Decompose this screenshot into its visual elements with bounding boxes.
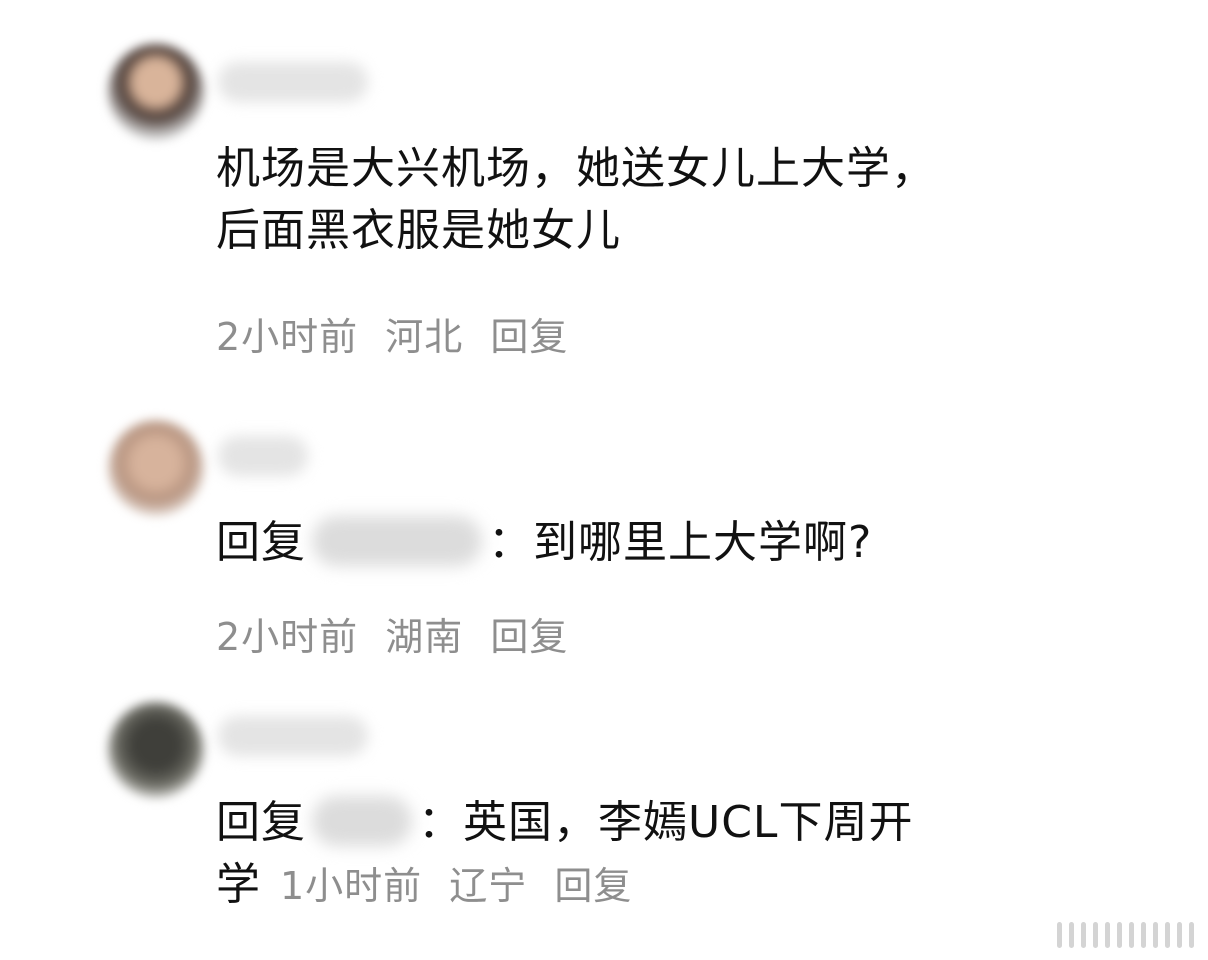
timestamp: 2小时前: [216, 615, 359, 659]
comment-text-line: ：英国，李嫣UCL下周开: [418, 797, 914, 848]
watermark-mark: [1093, 922, 1098, 948]
comment-meta: 2小时前 湖南 回复: [216, 606, 582, 661]
watermark-mark: [1117, 922, 1122, 948]
mentioned-user[interactable]: [312, 516, 482, 566]
watermark-mark: [1069, 922, 1074, 948]
watermark-mark: [1153, 922, 1158, 948]
username[interactable]: [218, 716, 368, 756]
username[interactable]: [218, 436, 308, 476]
reply-button[interactable]: 回复: [490, 315, 568, 359]
comment-text-line: ：到哪里上大学啊?: [488, 517, 873, 568]
reply-button[interactable]: 回复: [554, 864, 632, 908]
location: 辽宁: [449, 864, 528, 908]
watermark-mark: [1129, 922, 1134, 948]
comment-text-line: 学: [216, 859, 261, 910]
comment-text: 机场是大兴机场，她送女儿上大学， 后面黑衣服是她女儿: [216, 138, 1116, 262]
reply-prefix: 回复: [216, 517, 306, 568]
watermark: [894, 914, 1194, 948]
avatar[interactable]: [108, 702, 204, 798]
watermark-mark: [1105, 922, 1110, 948]
reply-button[interactable]: 回复: [490, 615, 568, 659]
comment-text-line: 机场是大兴机场，她送女儿上大学，: [216, 143, 936, 194]
reply-prefix: 回复: [216, 797, 306, 848]
comment-text: 回复 ：英国，李嫣UCL下周开 学 1小时前 辽宁 回复: [216, 792, 1116, 917]
watermark-mark: [1057, 922, 1062, 948]
comment-meta: 2小时前 河北 回复: [216, 306, 582, 361]
watermark-mark: [1177, 922, 1182, 948]
location: 湖南: [385, 615, 464, 659]
watermark-mark: [1081, 922, 1086, 948]
avatar[interactable]: [108, 44, 204, 140]
comment-text-line: 后面黑衣服是她女儿: [216, 205, 621, 256]
watermark-mark: [1141, 922, 1146, 948]
mentioned-user[interactable]: [312, 796, 412, 846]
username[interactable]: [218, 62, 368, 102]
watermark-mark: [1165, 922, 1170, 948]
watermark-mark: [1189, 922, 1194, 948]
avatar[interactable]: [108, 420, 204, 516]
timestamp: 2小时前: [216, 315, 359, 359]
comment-meta: 1小时前 辽宁 回复: [280, 864, 646, 908]
comment-text: 回复 ：到哪里上大学啊?: [216, 512, 1116, 574]
timestamp: 1小时前: [280, 864, 423, 908]
location: 河北: [385, 315, 464, 359]
